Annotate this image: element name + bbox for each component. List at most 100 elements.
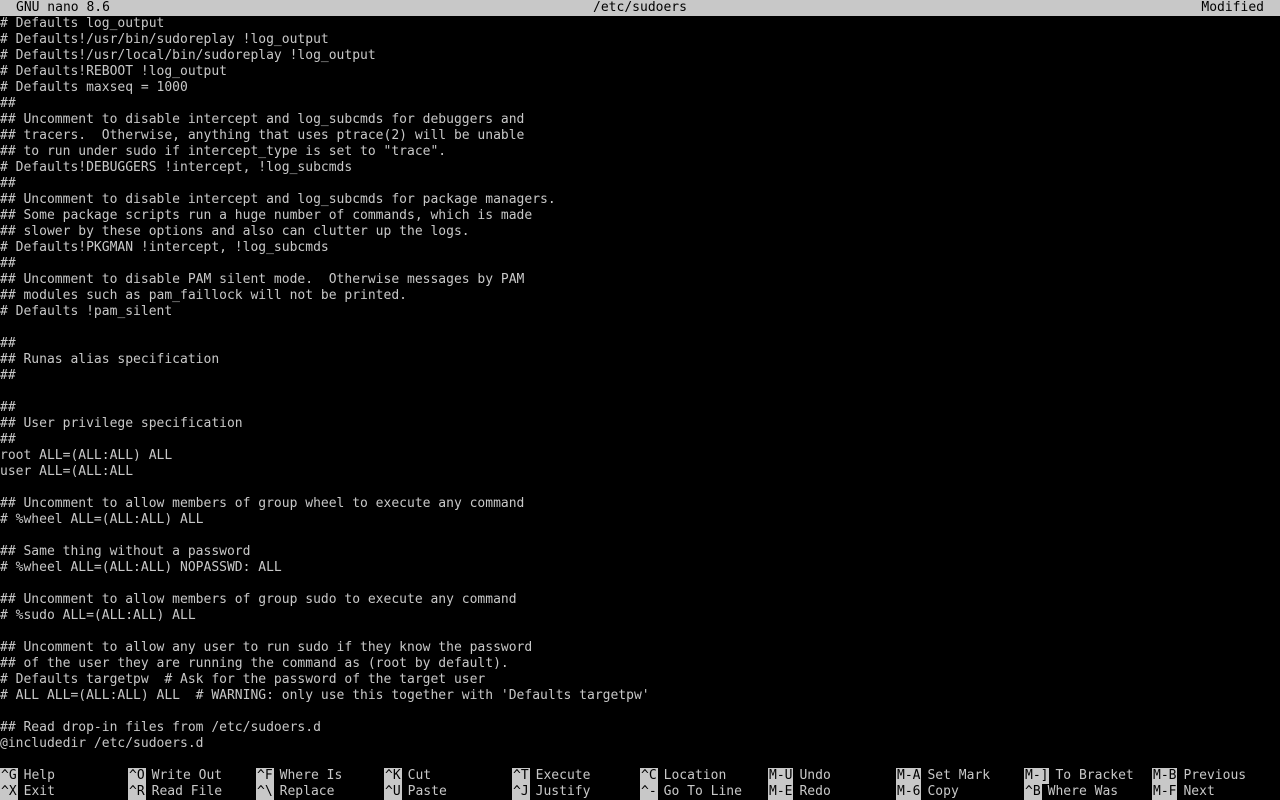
shortcut-item[interactable]: M-F Next [1152, 784, 1215, 800]
shortcut-item[interactable]: M-A Set Mark [896, 768, 990, 784]
file-name: /etc/sudoers [593, 0, 687, 15]
editor-line[interactable]: # Defaults!PKGMAN !intercept, !log_subcm… [0, 240, 1280, 256]
editor-line[interactable]: ## [0, 96, 1280, 112]
editor-line[interactable]: ## Uncomment to disable intercept and lo… [0, 112, 1280, 128]
editor-line[interactable]: # Defaults !pam_silent [0, 304, 1280, 320]
editor-line[interactable]: ## User privilege specification [0, 416, 1280, 432]
editor-line[interactable]: ## [0, 336, 1280, 352]
modified-indicator: Modified [1201, 0, 1264, 15]
shortcut-key: ^O [128, 768, 146, 784]
shortcut-label: Help [23, 768, 55, 783]
editor-line[interactable]: # Defaults targetpw # Ask for the passwo… [0, 672, 1280, 688]
editor-line[interactable]: ## [0, 256, 1280, 272]
editor-line[interactable]: ## Some package scripts run a huge numbe… [0, 208, 1280, 224]
editor-line[interactable] [0, 576, 1280, 592]
shortcut-item[interactable]: ^G Help [0, 768, 55, 784]
terminal-screen: /etc/sudoers GNU nano 8.6 Modified # Def… [0, 0, 1280, 800]
editor-line[interactable]: ## [0, 176, 1280, 192]
editor-line[interactable] [0, 624, 1280, 640]
shortcut-label: Paste [407, 784, 447, 799]
shortcut-item[interactable]: ^O Write Out [128, 768, 222, 784]
shortcut-key: M-E [768, 784, 794, 800]
shortcut-label: Replace [279, 784, 335, 799]
editor-line[interactable]: ## tracers. Otherwise, anything that use… [0, 128, 1280, 144]
editor-line[interactable]: # %wheel ALL=(ALL:ALL) ALL [0, 512, 1280, 528]
editor-line[interactable]: ## Uncomment to disable intercept and lo… [0, 192, 1280, 208]
editor-line[interactable] [0, 704, 1280, 720]
shortcut-key: M-B [1152, 768, 1178, 784]
shortcut-key: ^T [512, 768, 530, 784]
shortcut-bar: ^G Help ^O Write Out ^F Where Is ^K Cut ^T Execut… [0, 768, 1280, 800]
shortcut-item[interactable]: ^F Where Is [256, 768, 342, 784]
text-editor-area[interactable]: # Defaults log_output # Defaults!/usr/bin… [0, 16, 1280, 752]
shortcut-key: M-U [768, 768, 794, 784]
shortcut-item[interactable]: ^- Go To Line [640, 784, 742, 800]
shortcut-label: Redo [799, 784, 831, 799]
editor-line[interactable]: ## Uncomment to allow any user to run su… [0, 640, 1280, 656]
editor-line[interactable]: ## to run under sudo if intercept_type i… [0, 144, 1280, 160]
shortcut-item[interactable]: M-E Redo [768, 784, 831, 800]
shortcut-item[interactable]: M-] To Bracket [1024, 768, 1134, 784]
shortcut-item[interactable]: ^X Exit [0, 784, 55, 800]
shortcut-item[interactable]: ^K Cut [384, 768, 431, 784]
editor-line[interactable]: ## Read drop-in files from /etc/sudoers.… [0, 720, 1280, 736]
editor-line[interactable]: @includedir /etc/sudoers.d [0, 736, 1280, 752]
editor-line[interactable]: # Defaults!/usr/bin/sudoreplay !log_outp… [0, 32, 1280, 48]
shortcut-key: ^R [128, 784, 146, 800]
shortcut-item[interactable]: ^T Execute [512, 768, 590, 784]
editor-line[interactable]: ## Uncomment to allow members of group w… [0, 496, 1280, 512]
editor-line[interactable]: # ALL ALL=(ALL:ALL) ALL # WARNING: only … [0, 688, 1280, 704]
shortcut-label: Go To Line [663, 784, 742, 799]
shortcut-key: M-A [896, 768, 922, 784]
editor-line[interactable] [0, 528, 1280, 544]
shortcut-item[interactable]: ^J Justify [512, 784, 590, 800]
shortcut-key: ^F [256, 768, 274, 784]
shortcut-item[interactable]: ^U Paste [384, 784, 447, 800]
editor-line[interactable]: ## modules such as pam_faillock will not… [0, 288, 1280, 304]
shortcut-key: ^- [640, 784, 658, 800]
shortcut-label: Undo [799, 768, 831, 783]
shortcut-item[interactable]: M-U Undo [768, 768, 831, 784]
shortcut-label: To Bracket [1055, 768, 1134, 783]
editor-line[interactable]: ## of the user they are running the comm… [0, 656, 1280, 672]
editor-line[interactable]: # %sudo ALL=(ALL:ALL) ALL [0, 608, 1280, 624]
editor-line[interactable]: ## Uncomment to disable PAM silent mode.… [0, 272, 1280, 288]
editor-line[interactable]: # Defaults maxseq = 1000 [0, 80, 1280, 96]
editor-line[interactable]: ## Runas alias specification [0, 352, 1280, 368]
shortcut-key: ^U [384, 784, 402, 800]
editor-line[interactable] [0, 384, 1280, 400]
shortcut-label: Read File [151, 784, 223, 799]
editor-line[interactable]: ## slower by these options and also can … [0, 224, 1280, 240]
editor-line[interactable]: ## Same thing without a password [0, 544, 1280, 560]
shortcut-item[interactable]: ^\ Replace [256, 784, 334, 800]
editor-line[interactable]: ## Uncomment to allow members of group s… [0, 592, 1280, 608]
editor-line[interactable]: # Defaults log_output [0, 16, 1280, 32]
editor-line[interactable]: # %wheel ALL=(ALL:ALL) NOPASSWD: ALL [0, 560, 1280, 576]
shortcut-label: Where Was [1047, 784, 1119, 799]
editor-line[interactable]: ## [0, 400, 1280, 416]
shortcut-item[interactable]: M-6 Copy [896, 784, 959, 800]
editor-line[interactable]: # Defaults!DEBUGGERS !intercept, !log_su… [0, 160, 1280, 176]
shortcut-key: ^X [0, 784, 18, 800]
editor-line[interactable]: user ALL=(ALL:ALL [0, 464, 1280, 480]
shortcut-item[interactable]: M-B Previous [1152, 768, 1246, 784]
shortcut-label: Cut [407, 768, 432, 783]
editor-line[interactable]: root ALL=(ALL:ALL) ALL [0, 448, 1280, 464]
shortcut-row-1: ^G Help ^O Write Out ^F Where Is ^K Cut ^T Execut… [0, 768, 1280, 784]
shortcut-label: Execute [535, 768, 591, 783]
editor-line[interactable]: ## [0, 432, 1280, 448]
editor-line[interactable]: ## [0, 368, 1280, 384]
shortcut-row-2: ^X Exit ^R Read File ^\ Replace ^U Paste ^J Justi… [0, 784, 1280, 800]
shortcut-label: Where Is [279, 768, 343, 783]
editor-line[interactable]: # Defaults!/usr/local/bin/sudoreplay !lo… [0, 48, 1280, 64]
shortcut-key: ^G [0, 768, 18, 784]
shortcut-key: M-] [1024, 768, 1050, 784]
editor-line[interactable] [0, 480, 1280, 496]
editor-line[interactable] [0, 320, 1280, 336]
shortcut-item[interactable]: ^R Read File [128, 784, 222, 800]
app-version: GNU nano 8.6 [16, 0, 110, 15]
shortcut-key: ^C [640, 768, 658, 784]
shortcut-item[interactable]: ^C Location [640, 768, 726, 784]
editor-line[interactable]: # Defaults!REBOOT !log_output [0, 64, 1280, 80]
shortcut-item[interactable]: ^B Where Was [1024, 784, 1118, 800]
